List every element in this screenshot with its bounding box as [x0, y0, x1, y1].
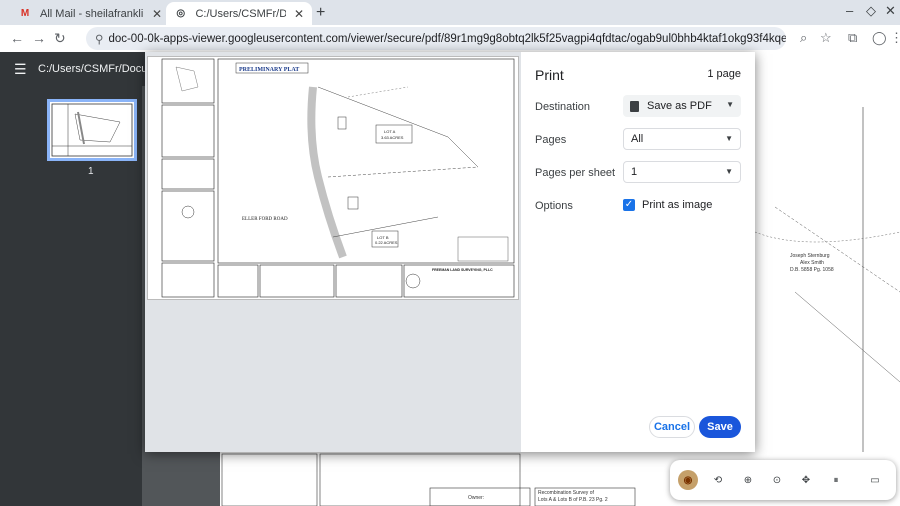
site-info-icon[interactable]: ⚲ — [95, 32, 103, 46]
road-label: ELLER FORD ROAD — [242, 217, 288, 222]
restore-icon[interactable]: ◇ — [866, 3, 876, 19]
destination-value: Save as PDF — [647, 100, 712, 112]
minimize-icon[interactable]: – — [846, 3, 853, 18]
pdf-file-icon — [630, 100, 639, 112]
recombination-lots-text: Lots A & Lots B of P.B. 23 Pg. 2 — [538, 497, 608, 503]
gmail-icon: M — [20, 8, 30, 19]
print-as-image-checkbox[interactable]: ✓ — [623, 199, 635, 211]
new-tab-icon[interactable]: + — [316, 4, 325, 22]
pages-select[interactable]: All ▼ — [623, 128, 741, 150]
owner-box-text: Owner: — [468, 495, 484, 501]
preview-page: PRELIMINARY PLAT LOT A 3.63 ACRES LOT B … — [147, 56, 519, 300]
plat-drawing: PRELIMINARY PLAT LOT A 3.63 ACRES LOT B … — [161, 58, 515, 298]
close-window-icon[interactable]: ✕ — [885, 3, 896, 19]
profile-icon[interactable]: ◯ — [872, 30, 887, 46]
tab-strip: M All Mail - sheilafranklin458@gmail.com… — [0, 0, 900, 25]
back-icon[interactable]: ← — [10, 30, 24, 46]
destination-select[interactable]: Save as PDF ▼ — [623, 95, 741, 117]
pages-per-sheet-label: Pages per sheet — [535, 167, 616, 179]
page-count: 1 page — [707, 68, 741, 80]
options-label: Options — [535, 200, 573, 212]
pages-per-sheet-select[interactable]: 1 ▼ — [623, 161, 741, 183]
reload-icon[interactable]: ↻ — [54, 30, 66, 47]
pages-label: Pages — [535, 134, 567, 146]
plat-title: PRELIMINARY PLAT — [239, 67, 299, 73]
lot-a-acres: 3.63 ACRES — [381, 135, 404, 140]
more-icon[interactable]: ⋮ — [890, 30, 900, 46]
tab-title: C:/Users/CSMFr/Documents/Preliminary Pla… — [195, 7, 286, 20]
menu-icon[interactable]: ☰ — [14, 61, 27, 78]
lot-a-label: LOT A — [384, 129, 396, 134]
extensions-icon[interactable]: ⧉ — [848, 30, 857, 46]
globe-icon: ◎ — [176, 8, 186, 19]
dropdown-arrow-icon: ▼ — [725, 134, 733, 143]
close-icon[interactable]: ✕ — [152, 7, 162, 21]
browser-toolbar: ← → ↻ ⚲ doc-00-0k-apps-viewer.googleuser… — [0, 25, 900, 52]
move-icon[interactable]: ✥ — [796, 470, 816, 490]
background-plat-drawing: Joseph Sternburg Alex Smith D.B. 5858 Pg… — [755, 107, 900, 452]
print-settings-panel: Print 1 page Destination Save as PDF ▼ P… — [521, 52, 755, 452]
close-icon[interactable]: ✕ — [294, 7, 304, 21]
firm-name: FREEMAN LAND SURVEYING, PLLC — [432, 268, 493, 272]
cancel-button[interactable]: Cancel — [649, 416, 695, 438]
forward-icon[interactable]: → — [32, 30, 46, 46]
lot-b-acres: 0.22 ACRES — [375, 240, 398, 245]
dropdown-arrow-icon: ▼ — [725, 167, 733, 176]
page-thumbnail[interactable] — [47, 99, 137, 161]
thumbnail-sidebar: 1 — [0, 86, 142, 506]
thumbnail-drawing — [51, 103, 133, 157]
tab-gmail[interactable]: M All Mail - sheilafranklin458@gmail.com… — [10, 2, 170, 25]
refresh-region-icon[interactable]: ⟲ — [708, 470, 728, 490]
tab-pdf[interactable]: ◎ C:/Users/CSMFr/Documents/Preliminary P… — [166, 2, 312, 25]
print-as-image-label[interactable]: Print as image — [642, 199, 712, 211]
owner-text: Joseph Sternburg — [790, 253, 830, 259]
print-dialog: PRELIMINARY PLAT LOT A 3.63 ACRES LOT B … — [145, 52, 755, 452]
pause-icon[interactable]: ⏸ — [826, 470, 846, 490]
pages-per-sheet-value: 1 — [631, 166, 638, 178]
destination-label: Destination — [535, 101, 591, 113]
background-page: Joseph Sternburg Alex Smith D.B. 5858 Pg… — [755, 52, 900, 452]
zoom-capture-icon[interactable]: ⊕ — [738, 470, 758, 490]
window-icon[interactable]: ▭ — [865, 470, 885, 490]
bookmark-icon[interactable]: ☆ — [820, 30, 832, 46]
screen-capture-icon[interactable]: ⊙ — [767, 470, 787, 490]
capture-toolbar: ◉ ⟲ ⊕ ⊙ ✥ ⏸ ▭ — [670, 460, 896, 500]
tab-title: All Mail - sheilafranklin458@gmail.com — [40, 7, 144, 20]
print-preview: PRELIMINARY PLAT LOT A 3.63 ACRES LOT B … — [145, 52, 521, 452]
record-icon[interactable]: ◉ — [678, 470, 698, 490]
dropdown-arrow-icon: ▼ — [726, 100, 734, 109]
search-icon[interactable]: ⌕ — [800, 30, 807, 46]
thumbnail-page-number: 1 — [88, 166, 94, 177]
print-title: Print — [535, 67, 564, 83]
deed-text: D.B. 5858 Pg. 1058 — [790, 267, 834, 273]
recombination-text: Recombination Survey of — [538, 490, 594, 496]
address-bar[interactable]: ⚲ doc-00-0k-apps-viewer.googleuserconten… — [86, 27, 786, 50]
url-text: doc-00-0k-apps-viewer.googleusercontent.… — [108, 32, 786, 45]
owner2-text: Alex Smith — [800, 260, 824, 266]
save-button[interactable]: Save — [699, 416, 741, 438]
pages-value: All — [631, 133, 644, 145]
